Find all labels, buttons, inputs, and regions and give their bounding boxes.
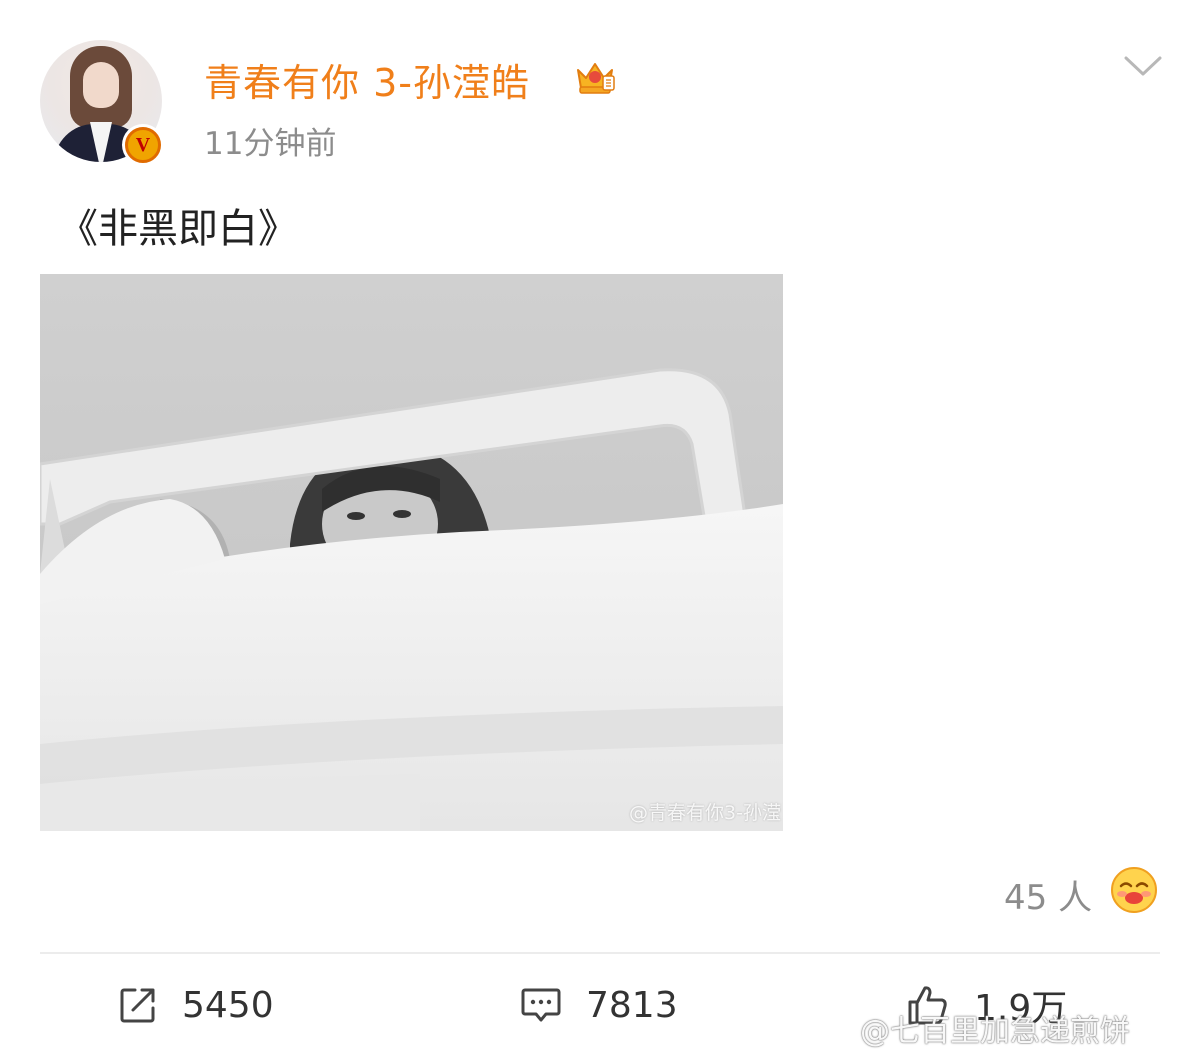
comment-button[interactable]: 7813	[520, 980, 678, 1030]
repost-count: 5450	[182, 984, 274, 1026]
verified-badge-icon: V	[122, 124, 164, 166]
repost-button[interactable]: 5450	[118, 980, 274, 1030]
crown-membership-icon[interactable]	[572, 56, 618, 96]
reaction-count[interactable]: 45 人	[1004, 870, 1092, 919]
username[interactable]: 青春有你 3-孙滢皓	[204, 52, 530, 107]
post-timestamp: 11分钟前	[204, 126, 337, 162]
overlay-watermark: @七百里加急递煎饼	[860, 1014, 1130, 1049]
weibo-post: V 青春有你 3-孙滢皓 11分钟前 《非黑即白》 @青春有你3-孙滢 45 人…	[0, 0, 1200, 1053]
image-watermark: @青春有你3-孙滢	[629, 802, 781, 824]
photo-illustration	[40, 274, 783, 831]
adore-emoji-icon[interactable]	[1110, 866, 1158, 914]
post-text: 《非黑即白》	[58, 206, 298, 252]
chevron-down-icon[interactable]	[1122, 50, 1164, 80]
repost-icon	[120, 988, 155, 1023]
post-image[interactable]: @青春有你3-孙滢	[40, 274, 783, 831]
comment-icon	[521, 988, 561, 1022]
divider	[40, 952, 1160, 954]
comment-count: 7813	[586, 984, 678, 1026]
